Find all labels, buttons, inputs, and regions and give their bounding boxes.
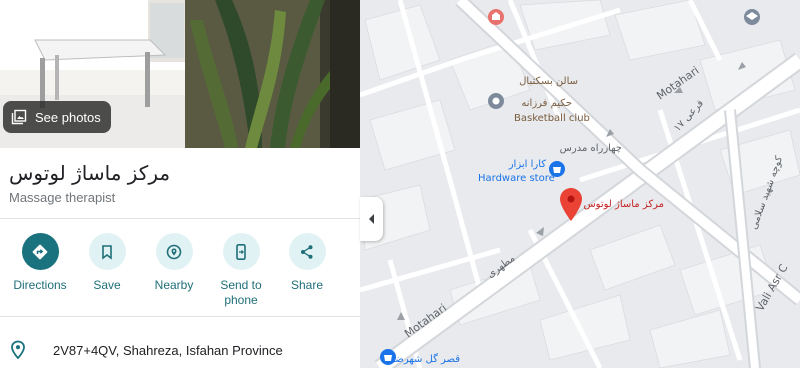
share-button[interactable]: Share: [272, 230, 342, 293]
send-to-phone-label: Send to phone: [220, 278, 262, 307]
poi-marker-basketball[interactable]: [488, 93, 504, 109]
poi-label-hardware-fa: کارا ابزار: [508, 159, 547, 170]
nearby-circle: [155, 233, 193, 270]
divider: [0, 218, 360, 219]
chevron-left-icon: [368, 214, 374, 224]
place-title: مرکز ماساژ لوتوس: [9, 161, 171, 185]
directions-icon: [32, 244, 48, 259]
see-photos-button[interactable]: See photos: [3, 101, 111, 133]
address-text: 2V87+4QV, Shahreza, Isfahan Province: [53, 343, 283, 358]
share-icon: [301, 244, 313, 259]
poi-label-hardware-en: Hardware store: [478, 173, 555, 184]
collapse-panel-button[interactable]: [360, 197, 383, 241]
place-photo[interactable]: See photos: [0, 0, 360, 148]
send-to-phone-circle: [222, 233, 260, 270]
map-canvas[interactable]: Motahari Motahari مطهری فرعی ۱۷ کوچه شهی…: [360, 0, 800, 368]
poi-label-bottom-store: قصر گل شهرضا: [392, 353, 460, 365]
save-circle: [88, 233, 126, 270]
selected-place-label: مرکز ماساژ لوتوس: [583, 199, 664, 210]
place-panel: See photos مرکز ماساژ لوتوس Massage ther…: [0, 0, 360, 368]
send-to-phone-button[interactable]: Send to phone: [206, 230, 276, 308]
directions-button[interactable]: Directions: [5, 230, 75, 293]
share-circle: [288, 233, 326, 270]
poi-label-basketball-fa1: سالن بسکتبال: [519, 76, 578, 87]
address-row[interactable]: 2V87+4QV, Shahreza, Isfahan Province: [0, 333, 360, 365]
save-label: Save: [93, 278, 121, 292]
action-bar: Directions Save Nearby Send to phone Sha…: [0, 230, 360, 310]
divider: [0, 316, 360, 317]
directions-circle: [21, 233, 59, 270]
nearby-label: Nearby: [154, 278, 194, 292]
poi-label-crossroad: چهارراه مدرس: [560, 143, 622, 154]
map-svg: Motahari Motahari مطهری فرعی ۱۷ کوچه شهی…: [360, 0, 800, 368]
see-photos-label: See photos: [35, 109, 101, 125]
nearby-icon: [166, 244, 182, 259]
poi-marker-top[interactable]: [488, 9, 504, 25]
place-category[interactable]: Massage therapist: [9, 190, 115, 205]
poi-label-basketball-fa2: حکیم فرزانه: [521, 98, 572, 109]
poi-label-basketball-en: Basketball club: [514, 113, 590, 124]
save-button[interactable]: Save: [72, 230, 142, 293]
location-pin-icon: [11, 340, 25, 360]
share-label: Share: [290, 278, 324, 292]
bookmark-icon: [102, 244, 112, 260]
photos-icon: [11, 109, 27, 125]
nearby-button[interactable]: Nearby: [139, 230, 209, 293]
send-to-phone-icon: [236, 243, 246, 260]
directions-label: Directions: [13, 278, 67, 292]
poi-marker-school[interactable]: [744, 9, 760, 25]
